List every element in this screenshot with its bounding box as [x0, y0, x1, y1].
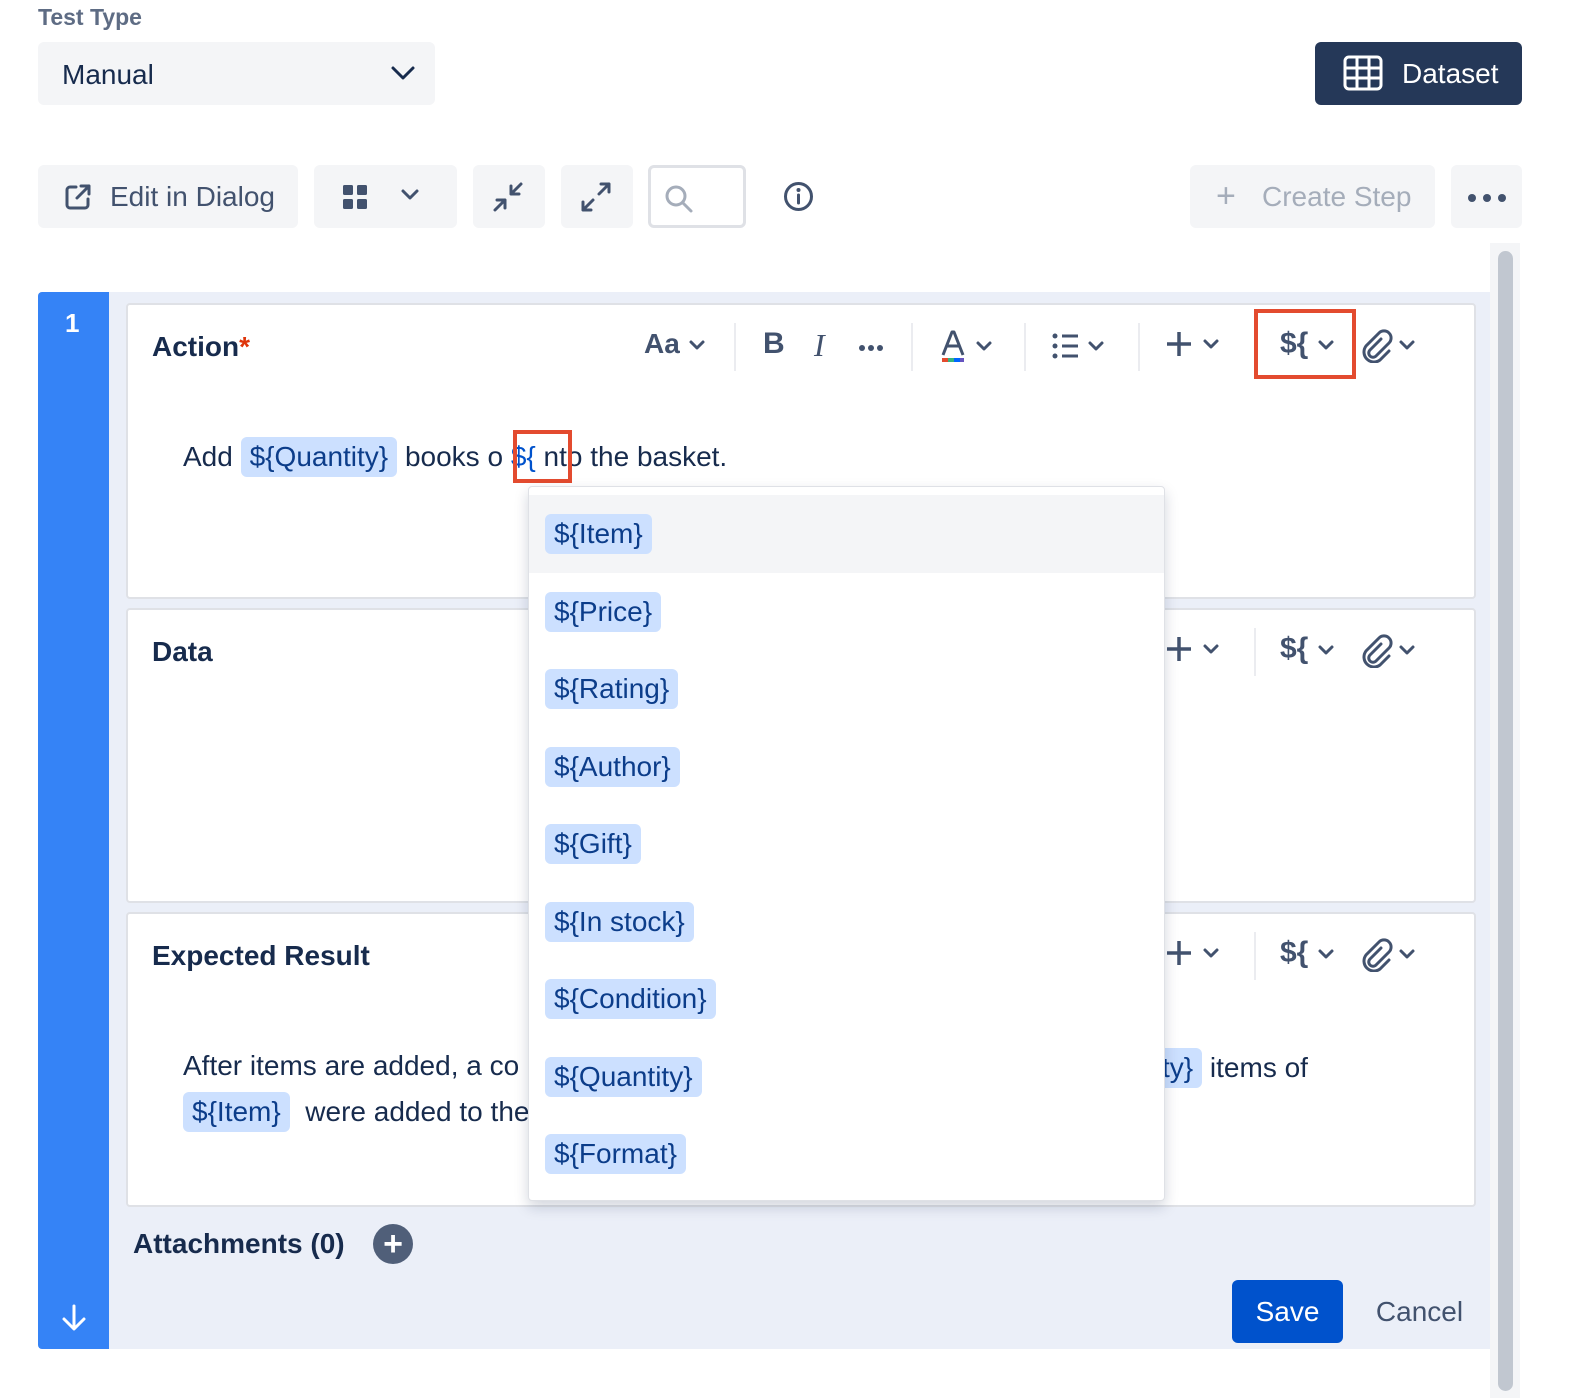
create-step-button[interactable]: + Create Step — [1190, 165, 1435, 228]
action-text[interactable]: Add ${Quantity} books o ${ nto the baske… — [183, 434, 727, 480]
insert-plus-icon[interactable] — [1165, 634, 1223, 666]
create-step-label: Create Step — [1262, 181, 1412, 212]
italic-button[interactable]: I — [814, 327, 825, 367]
cancel-button[interactable]: Cancel — [1362, 1280, 1477, 1343]
expand-button[interactable] — [561, 165, 633, 228]
parameter-token-quantity[interactable]: ${Quantity} — [240, 437, 398, 477]
toolbar-divider — [1254, 932, 1256, 980]
scrollbar-thumb[interactable] — [1498, 251, 1513, 1391]
add-attachment-button[interactable]: + — [373, 1224, 413, 1264]
more-formatting-icon[interactable] — [858, 344, 884, 352]
toolbar-divider — [1024, 323, 1026, 371]
test-type-value: Manual — [62, 59, 154, 90]
action-text-middle: books o — [404, 441, 504, 472]
dropdown-item[interactable]: ${Quantity} — [529, 1038, 1164, 1116]
dataset-button[interactable]: Dataset — [1315, 42, 1522, 105]
bold-button[interactable]: B — [763, 327, 785, 367]
dropdown-item[interactable]: ${Rating} — [529, 650, 1164, 728]
expected-text-line1-end: ty} items of — [1158, 1045, 1308, 1091]
parameter-token: ${Author} — [545, 747, 680, 787]
expected-text-line2-rest: were added to the — [305, 1096, 530, 1127]
data-title: Data — [152, 636, 213, 667]
text-color-icon[interactable] — [940, 329, 1000, 363]
text-style-button[interactable]: Aa — [644, 327, 706, 367]
action-text-start: Add — [183, 441, 233, 472]
text-style-label: Aa — [644, 328, 680, 359]
chevron-down-icon — [1318, 645, 1334, 655]
external-link-icon — [65, 184, 91, 210]
required-asterisk: * — [239, 331, 251, 362]
arrow-down-icon[interactable] — [59, 1303, 89, 1333]
insert-plus-icon[interactable] — [1165, 329, 1223, 361]
highlight-parameter-button — [1254, 309, 1356, 379]
insert-parameter-button[interactable]: ${ — [1280, 632, 1335, 672]
expected-text-line1-start: After items are added, a co — [183, 1050, 520, 1081]
expected-text-tail: items of — [1209, 1052, 1308, 1083]
plus-icon: + — [1216, 177, 1236, 215]
dataset-label: Dataset — [1402, 58, 1499, 89]
dropdown-item[interactable]: ${Author} — [529, 728, 1164, 806]
insert-parameter-button[interactable]: ${ — [1280, 936, 1335, 976]
save-button[interactable]: Save — [1232, 1280, 1343, 1343]
collapse-button[interactable] — [473, 165, 545, 228]
parameter-icon: ${ — [1280, 632, 1309, 665]
attachments-label: Attachments (0) — [133, 1228, 345, 1259]
info-icon[interactable] — [783, 181, 814, 212]
parameter-token: ${Rating} — [545, 669, 679, 709]
parameter-token: ${Quantity} — [545, 1057, 702, 1097]
dropdown-item[interactable]: ${Condition} — [529, 960, 1164, 1038]
list-icon[interactable] — [1052, 331, 1108, 361]
parameter-icon: ${ — [1280, 936, 1309, 969]
action-title: Action* — [152, 331, 251, 362]
chevron-down-icon — [401, 189, 419, 200]
test-type-select[interactable]: Manual — [38, 42, 435, 105]
chevron-down-icon — [689, 340, 705, 350]
dropdown-item[interactable]: ${Format} — [529, 1115, 1164, 1193]
expand-icon — [581, 182, 611, 212]
grid-icon — [343, 185, 367, 209]
search-input[interactable] — [648, 165, 746, 228]
view-layout-button[interactable] — [314, 165, 457, 228]
dropdown-item[interactable]: ${Gift} — [529, 805, 1164, 883]
insert-plus-icon[interactable] — [1165, 938, 1223, 970]
step-number-bar[interactable]: 1 — [38, 292, 109, 1349]
edit-in-dialog-button[interactable]: Edit in Dialog — [38, 165, 298, 228]
toolbar-divider — [1254, 628, 1256, 676]
highlight-parameter-token — [513, 430, 572, 483]
parameter-token: ${In stock} — [545, 902, 694, 942]
table-grid-icon — [1343, 55, 1383, 91]
parameter-token: ${Item} — [545, 514, 652, 554]
expected-text-line2: ${Item} were added to the — [183, 1089, 529, 1135]
search-icon — [665, 185, 693, 213]
expected-result-title: Expected Result — [152, 940, 370, 971]
toolbar-divider — [1138, 323, 1140, 371]
parameter-dropdown[interactable]: ${Item} ${Price} ${Rating} ${Author} ${G… — [528, 486, 1165, 1201]
more-options-button[interactable] — [1451, 165, 1522, 228]
parameter-token: ${Condition} — [545, 979, 716, 1019]
edit-in-dialog-label: Edit in Dialog — [110, 181, 275, 212]
step-number: 1 — [65, 308, 80, 338]
collapse-icon — [493, 182, 523, 212]
attachment-icon[interactable] — [1361, 938, 1417, 972]
attachment-icon[interactable] — [1361, 329, 1417, 363]
bold-icon: B — [763, 327, 785, 360]
parameter-token-item[interactable]: ${Item} — [183, 1092, 290, 1132]
attachment-icon[interactable] — [1361, 634, 1417, 668]
dropdown-item[interactable]: ${Item} — [529, 495, 1164, 573]
italic-icon: I — [814, 327, 825, 363]
dropdown-item[interactable]: ${In stock} — [529, 883, 1164, 961]
dropdown-item[interactable]: ${Price} — [529, 573, 1164, 651]
parameter-token: ${Format} — [545, 1134, 686, 1174]
plus-icon: + — [383, 1225, 403, 1263]
chevron-down-icon — [391, 66, 415, 80]
parameter-token: ${Price} — [545, 592, 662, 632]
toolbar-divider — [734, 323, 736, 371]
test-type-label: Test Type — [38, 4, 142, 30]
chevron-down-icon — [1318, 949, 1334, 959]
more-icon — [1468, 194, 1506, 202]
toolbar-divider — [911, 323, 913, 371]
parameter-token: ${Gift} — [545, 824, 641, 864]
